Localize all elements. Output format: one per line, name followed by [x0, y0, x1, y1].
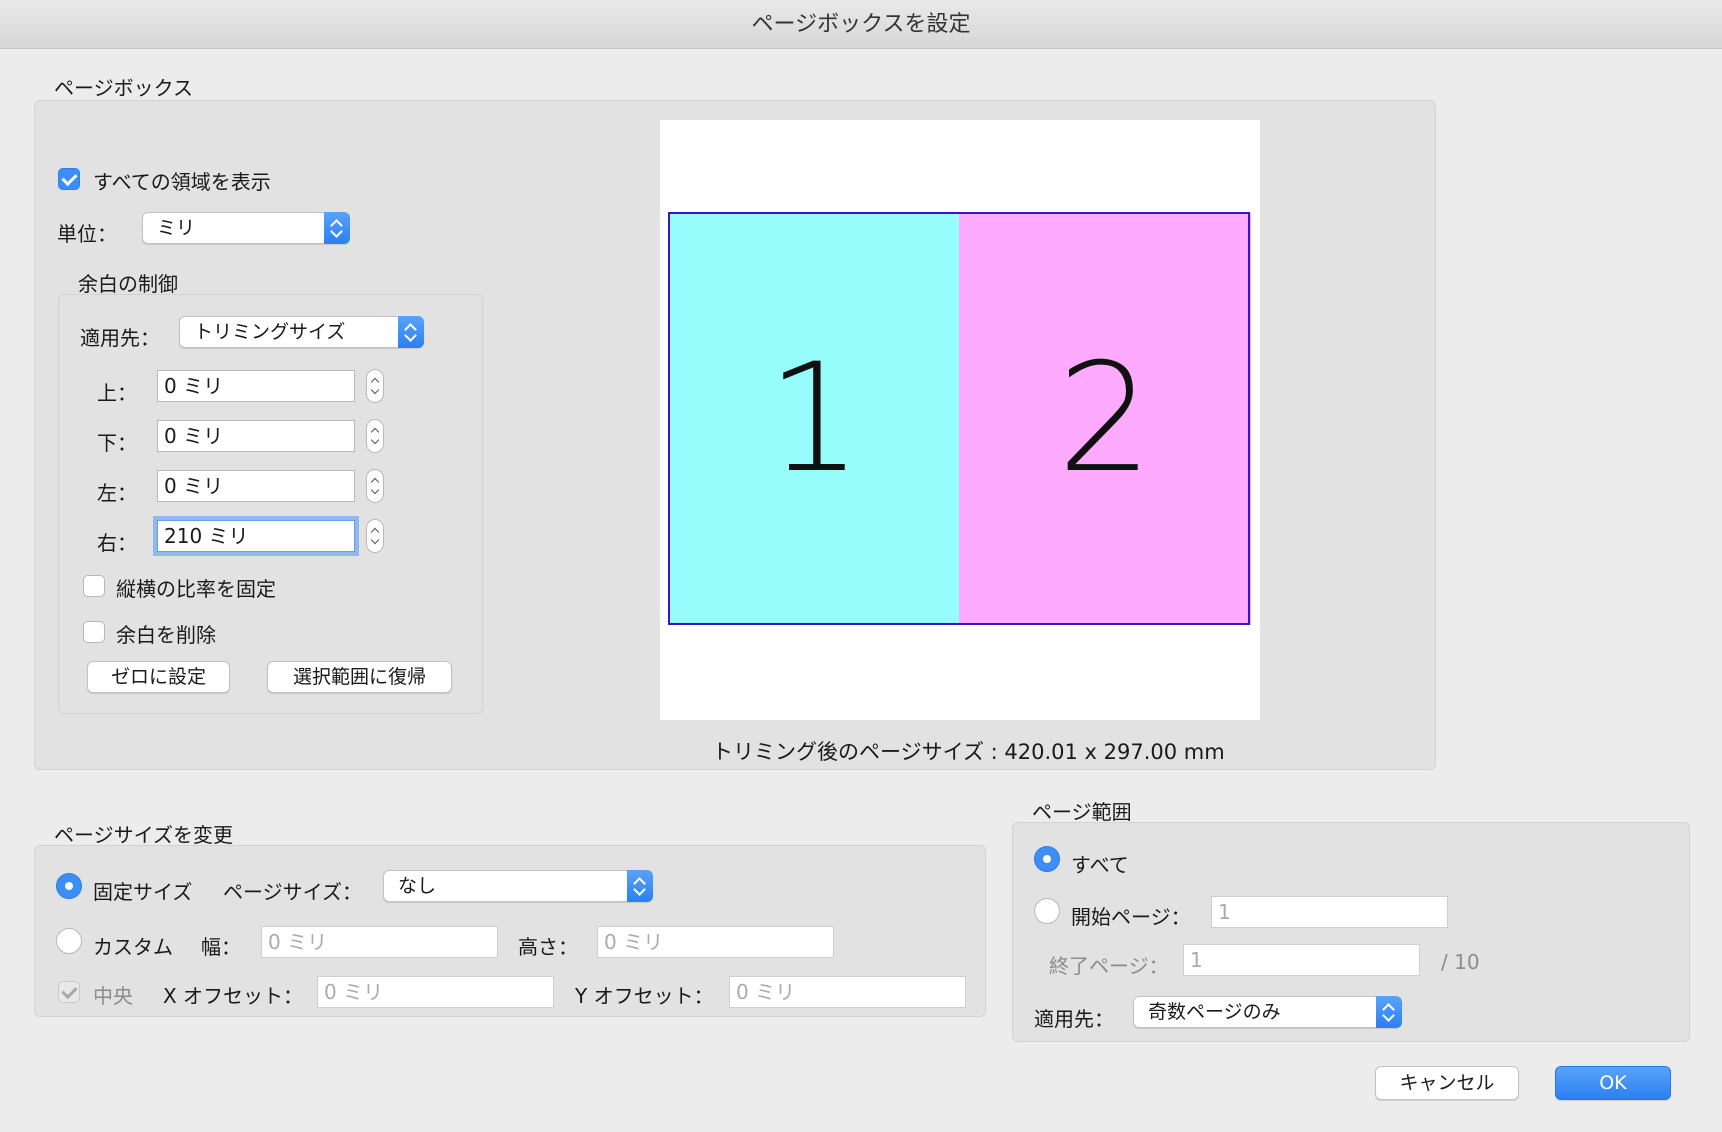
chevron-updown-icon: [398, 316, 424, 348]
top-margin-label: 上：: [97, 381, 137, 405]
trim-box-outline: [668, 212, 1250, 625]
center-label: 中央: [93, 984, 133, 1008]
range-apply-label: 適用先：: [1034, 1007, 1114, 1031]
bottom-margin-stepper[interactable]: [366, 419, 384, 453]
height-label: 高さ：: [518, 935, 578, 959]
zero-button[interactable]: ゼロに設定: [87, 661, 230, 693]
to-page-field[interactable]: 1: [1183, 944, 1420, 976]
center-checkbox[interactable]: [58, 981, 80, 1003]
left-margin-stepper[interactable]: [366, 469, 384, 503]
page-size-popup[interactable]: なし: [383, 870, 653, 902]
chevron-updown-icon: [1376, 996, 1402, 1028]
dialog-title-bar: ページボックスを設定: [0, 0, 1722, 49]
top-margin-field[interactable]: 0 ミリ: [157, 370, 355, 402]
ok-button[interactable]: OK: [1555, 1066, 1671, 1100]
change-size-section-label: ページサイズを変更: [54, 823, 233, 847]
page-range-radio[interactable]: [1034, 898, 1060, 924]
lock-ratio-checkbox[interactable]: [83, 575, 105, 597]
top-margin-stepper[interactable]: [366, 369, 384, 403]
bottom-margin-label: 下：: [97, 431, 137, 455]
cancel-button[interactable]: キャンセル: [1375, 1066, 1519, 1100]
from-page-label: 開始ページ：: [1071, 905, 1191, 929]
chevron-updown-icon: [324, 212, 350, 244]
unit-label: 単位：: [57, 222, 117, 246]
left-margin-label: 左：: [97, 481, 137, 505]
margin-apply-label: 適用先：: [80, 326, 160, 350]
remove-white-label: 余白を削除: [116, 623, 216, 647]
x-offset-label: X オフセット：: [163, 984, 304, 1008]
range-apply-value: 奇数ページのみ: [1148, 1001, 1281, 1023]
revert-selection-button[interactable]: 選択範囲に復帰: [267, 661, 452, 693]
custom-size-label: カスタム: [93, 935, 173, 959]
chevron-updown-icon: [627, 870, 653, 902]
lock-ratio-label: 縦横の比率を固定: [116, 577, 276, 601]
remove-white-checkbox[interactable]: [83, 621, 105, 643]
width-field[interactable]: 0 ミリ: [261, 926, 498, 958]
fixed-size-radio[interactable]: [56, 873, 82, 899]
show-all-label: すべての領域を表示: [93, 170, 271, 194]
dialog-title: ページボックスを設定: [751, 12, 971, 37]
show-all-checkbox[interactable]: [58, 168, 80, 190]
unit-popup[interactable]: ミリ: [142, 212, 350, 244]
margin-section-label: 余白の制御: [78, 272, 178, 296]
right-margin-label: 右：: [97, 531, 137, 555]
bottom-margin-field[interactable]: 0 ミリ: [157, 420, 355, 452]
y-offset-field[interactable]: 0 ミリ: [729, 976, 966, 1008]
left-margin-field[interactable]: 0 ミリ: [157, 470, 355, 502]
page-size-popup-value: なし: [398, 875, 437, 897]
from-page-field[interactable]: 1: [1211, 896, 1448, 928]
range-apply-popup[interactable]: 奇数ページのみ: [1133, 996, 1402, 1028]
y-offset-label: Y オフセット：: [575, 984, 714, 1008]
right-margin-field[interactable]: 210 ミリ: [157, 520, 355, 552]
x-offset-field[interactable]: 0 ミリ: [317, 976, 554, 1008]
unit-popup-value: ミリ: [157, 217, 196, 239]
margin-apply-value: トリミングサイズ: [194, 321, 346, 343]
total-pages-text: / 10: [1441, 950, 1480, 974]
fixed-size-label: 固定サイズ: [93, 880, 193, 904]
width-label: 幅：: [201, 935, 241, 959]
all-pages-label: すべて: [1071, 853, 1129, 877]
to-page-label: 終了ページ：: [1049, 954, 1169, 978]
height-field[interactable]: 0 ミリ: [597, 926, 834, 958]
custom-size-radio[interactable]: [56, 928, 82, 954]
page-size-label: ページサイズ：: [223, 880, 362, 904]
page-range-section-label: ページ範囲: [1032, 800, 1132, 824]
pagebox-section-label: ページボックス: [54, 76, 193, 100]
margin-apply-popup[interactable]: トリミングサイズ: [179, 316, 424, 348]
all-pages-radio[interactable]: [1034, 846, 1060, 872]
right-margin-stepper[interactable]: [366, 519, 384, 553]
